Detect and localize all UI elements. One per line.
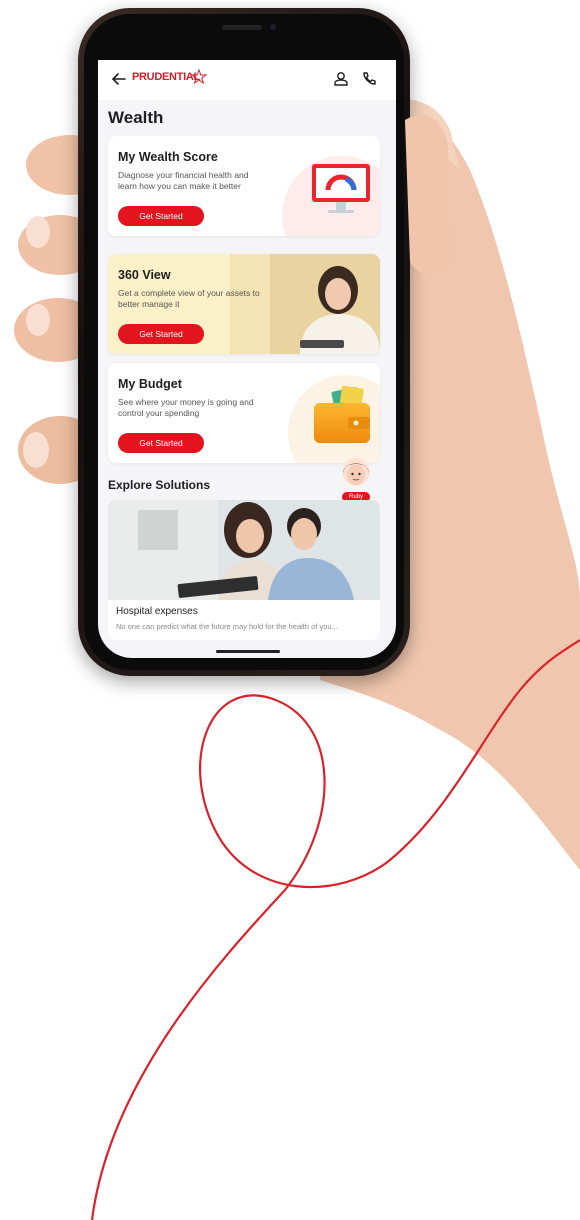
budget-get-started-button[interactable]: Get Started [118,433,204,453]
couple-photo [108,500,380,600]
person-icon[interactable] [332,70,350,88]
speaker-grille [222,25,262,30]
wealth-score-card[interactable]: My Wealth Score Diagnose your financial … [108,136,380,236]
home-indicator[interactable] [216,650,280,653]
360-view-get-started-button[interactable]: Get Started [118,324,204,344]
360-view-description: Get a complete view of your assets to be… [118,288,260,309]
wealth-score-description: Diagnose your financial health and learn… [118,170,249,191]
budget-title: My Budget [118,377,182,391]
wealth-score-illustration [282,156,380,236]
hospital-expenses-title: Hospital expenses [116,606,198,617]
budget-card[interactable]: My Budget See where your money is going … [108,363,380,463]
wealth-score-get-started-button[interactable]: Get Started [118,206,204,226]
360-view-card[interactable]: 360 View Get a complete view of your ass… [108,254,380,354]
front-camera [270,24,276,30]
phone-notch [178,16,306,44]
back-arrow-icon[interactable] [110,70,128,88]
wealth-score-title: My Wealth Score [118,150,218,164]
phone-icon[interactable] [360,70,378,88]
app-screen: PRUDENTIAL Wealth My Wealth Score Diagno… [98,60,396,658]
prudential-star-icon [190,68,208,85]
wallet-illustration [288,375,380,463]
page-title: Wealth [108,108,164,127]
explore-solutions-title: Explore Solutions [108,478,211,492]
budget-description: See where your money is going and contro… [118,397,254,418]
app-bar: PRUDENTIAL [98,60,396,100]
hospital-expenses-description: No one can predict what the future may h… [116,622,338,631]
hospital-expenses-card[interactable]: Hospital expenses No one can predict wha… [108,500,380,640]
360-view-title: 360 View [118,268,171,282]
